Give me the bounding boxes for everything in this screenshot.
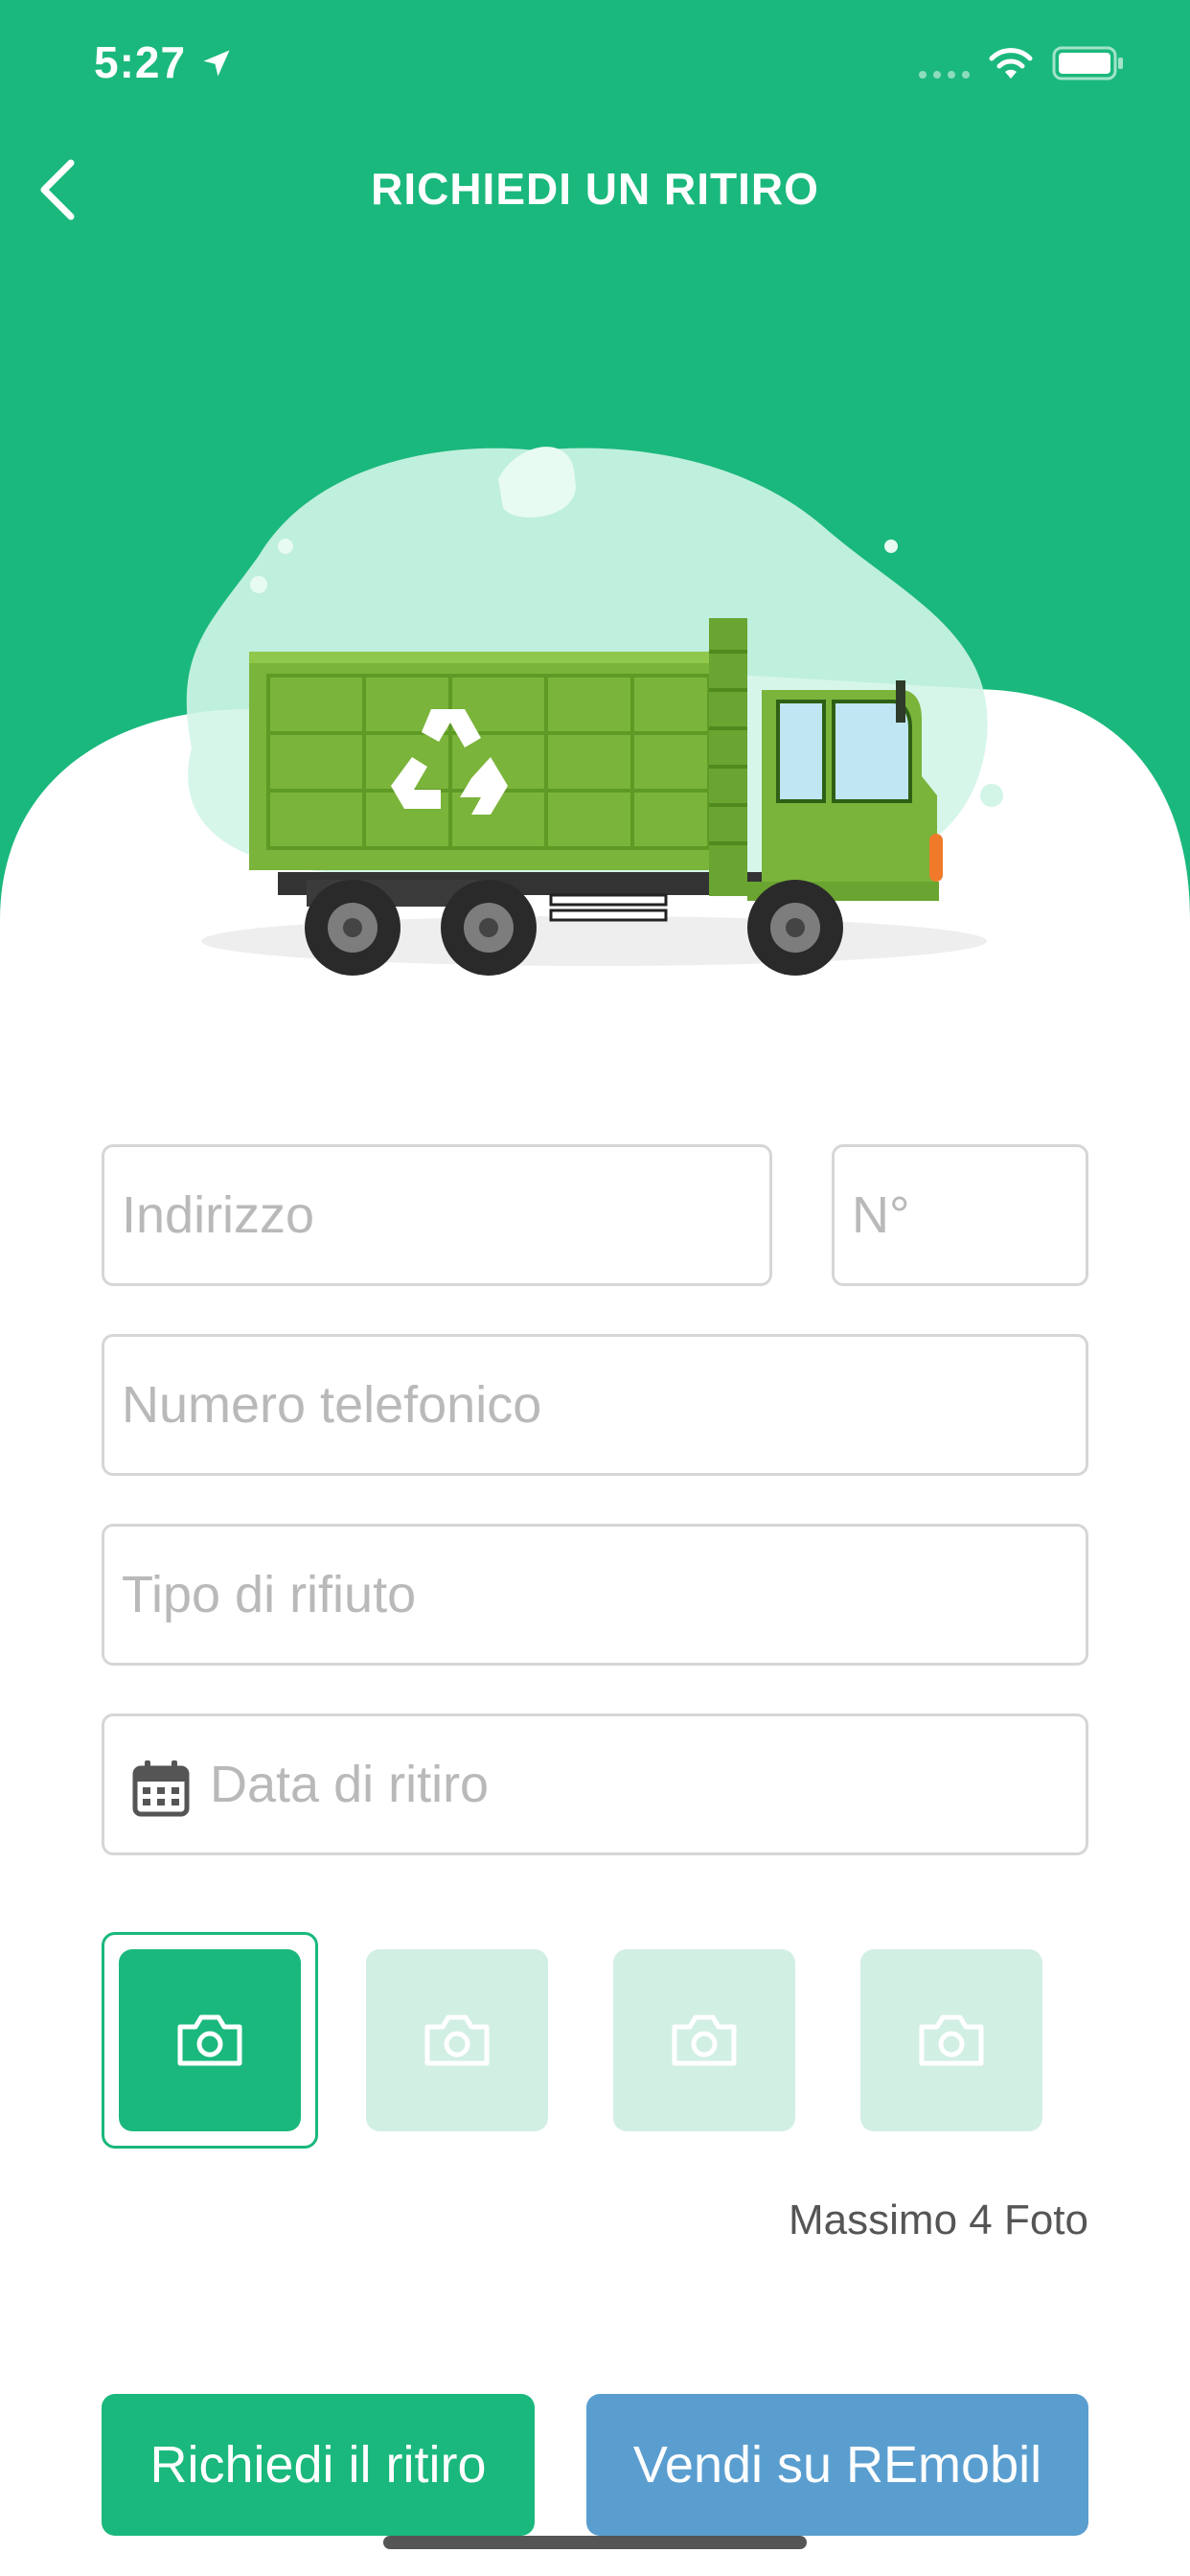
pickup-date-field[interactable] — [102, 1714, 1088, 1855]
request-pickup-button[interactable]: Richiedi il ritiro — [102, 2394, 535, 2536]
wifi-icon — [989, 48, 1033, 79]
photo-slot-3[interactable] — [613, 1949, 795, 2131]
waste-type-field[interactable] — [102, 1524, 1088, 1666]
calendar-icon — [132, 1760, 190, 1817]
waste-type-input[interactable] — [104, 1527, 1086, 1663]
photo-slot-2[interactable] — [366, 1949, 548, 2131]
max-photos-label: Massimo 4 Foto — [789, 2196, 1088, 2243]
home-indicator — [383, 2536, 807, 2549]
pickup-date-input[interactable] — [104, 1716, 1086, 1852]
status-bar: 5:27 — [0, 0, 1190, 126]
location-arrow-icon — [203, 50, 230, 77]
battery-icon — [1052, 46, 1123, 80]
address-field[interactable] — [102, 1144, 772, 1286]
signal-icon — [919, 71, 970, 79]
street-number-input[interactable] — [835, 1147, 1086, 1283]
camera-icon — [919, 2014, 984, 2066]
photo-slot-1[interactable] — [119, 1949, 301, 2131]
camera-icon — [177, 2014, 242, 2066]
camera-icon — [424, 2014, 490, 2066]
phone-field[interactable] — [102, 1334, 1088, 1476]
photo-slot-4[interactable] — [860, 1949, 1042, 2131]
recycling-truck-illustration — [186, 447, 1003, 976]
phone-input[interactable] — [104, 1337, 1086, 1473]
camera-icon — [672, 2014, 737, 2066]
street-number-field[interactable] — [832, 1144, 1088, 1286]
address-input[interactable] — [104, 1147, 769, 1283]
sell-on-remobil-button[interactable]: Vendi su REmobil — [586, 2394, 1088, 2536]
status-time: 5:27 — [94, 37, 187, 87]
page-title: RICHIEDI UN RITIRO — [371, 164, 819, 214]
